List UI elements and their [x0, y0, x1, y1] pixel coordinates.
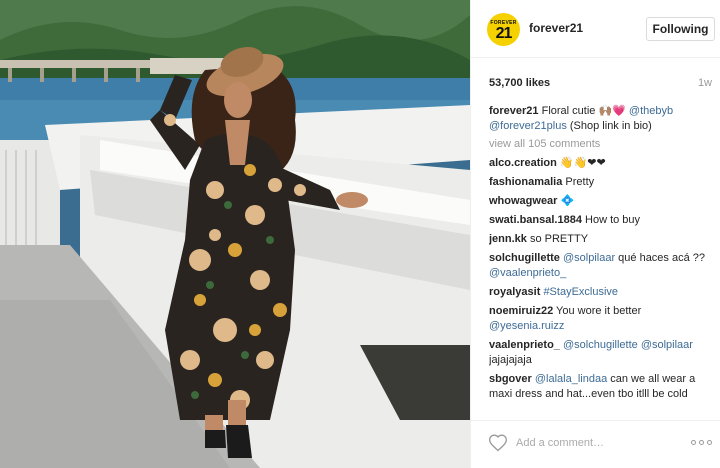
comment-text: jajajajaja: [489, 354, 532, 366]
comment-username[interactable]: sbgover: [489, 373, 532, 385]
post-header: FOREVER 21 forever21 Following: [471, 0, 720, 58]
comment-row: vaalenprieto_ @solchugillette @solpilaar…: [489, 338, 715, 368]
caption-text: Floral cutie 🙌🏽💗: [541, 105, 626, 117]
post-age[interactable]: 1w: [698, 77, 712, 89]
comment-text: so PRETTY: [526, 233, 589, 245]
comment-text: qué haces acá ??: [615, 252, 706, 264]
comment-username[interactable]: jenn.kk: [489, 233, 527, 245]
comments-list: forever21 Floral cutie 🙌🏽💗 @thebyb @fore…: [489, 104, 715, 414]
comment-mention[interactable]: @solpilaar: [563, 252, 615, 264]
comment-username[interactable]: whowagwear: [489, 195, 557, 207]
dot-icon: [699, 439, 704, 445]
comment-username[interactable]: royalyasit: [489, 286, 540, 298]
dot-icon: [707, 439, 712, 445]
comment-username[interactable]: fashionamalia: [489, 176, 562, 188]
post-modal: FOREVER 21 forever21 Following 53,700 li…: [0, 0, 720, 468]
comment-row: alco.creation 👋👋❤❤: [489, 156, 715, 171]
post-photo-illustration: [0, 0, 470, 468]
comment-text: You wore it better: [553, 305, 642, 317]
comment-row: solchugillette @solpilaar qué haces acá …: [489, 251, 715, 281]
caption-username[interactable]: forever21: [489, 105, 539, 117]
comment-username[interactable]: solchugillette: [489, 252, 560, 264]
following-button[interactable]: Following: [646, 17, 715, 41]
comment-text: 💠: [557, 195, 575, 207]
comment-row: fashionamalia Pretty: [489, 175, 715, 190]
post-sidebar: FOREVER 21 forever21 Following 53,700 li…: [470, 0, 720, 468]
comment-row: sbgover @lalala_lindaa can we all wear a…: [489, 372, 715, 402]
avatar-label-big: 21: [495, 24, 513, 42]
post-photo[interactable]: [0, 0, 470, 468]
caption-text: (Shop link in bio): [569, 120, 652, 132]
caption-mention[interactable]: @thebyb: [629, 105, 673, 117]
comment-username[interactable]: vaalenprieto_: [489, 339, 560, 351]
comment-row: swati.bansal.1884 How to buy: [489, 213, 715, 228]
post-caption: forever21 Floral cutie 🙌🏽💗 @thebyb @fore…: [489, 104, 715, 134]
comment-text: How to buy: [581, 214, 641, 226]
view-all-comments-link[interactable]: view all 105 comments: [489, 137, 715, 152]
likes-count[interactable]: 53,700 likes: [489, 77, 550, 89]
comment-row: whowagwear 💠: [489, 194, 715, 209]
comment-text: 👋👋❤❤: [556, 157, 606, 169]
comment-row: jenn.kk so PRETTY: [489, 232, 715, 247]
username-link[interactable]: forever21: [529, 21, 583, 35]
avatar[interactable]: FOREVER 21: [487, 13, 520, 46]
comment-mention[interactable]: @yesenia.ruizz: [489, 320, 564, 332]
comment-row: royalyasit #StayExclusive: [489, 285, 715, 300]
add-comment-bar: [471, 420, 720, 468]
caption-mention[interactable]: @forever21plus: [489, 120, 567, 132]
dot-icon: [691, 439, 696, 445]
more-options-icon[interactable]: [691, 436, 713, 448]
comment-text: Pretty: [562, 176, 595, 188]
comment-mention[interactable]: @solchugillette: [563, 339, 638, 351]
comment-mention[interactable]: @solpilaar: [641, 339, 693, 351]
comment-username[interactable]: swati.bansal.1884: [489, 214, 582, 226]
comment-username[interactable]: alco.creation: [489, 157, 557, 169]
comment-input[interactable]: [516, 432, 676, 454]
comment-mention[interactable]: @vaalenprieto_: [489, 267, 566, 279]
comment-mention[interactable]: @lalala_lindaa: [535, 373, 607, 385]
comment-row: noemiruiz22 You wore it better @yesenia.…: [489, 304, 715, 334]
heart-icon[interactable]: [488, 433, 508, 453]
comment-mention[interactable]: #StayExclusive: [543, 286, 618, 298]
comment-username[interactable]: noemiruiz22: [489, 305, 553, 317]
